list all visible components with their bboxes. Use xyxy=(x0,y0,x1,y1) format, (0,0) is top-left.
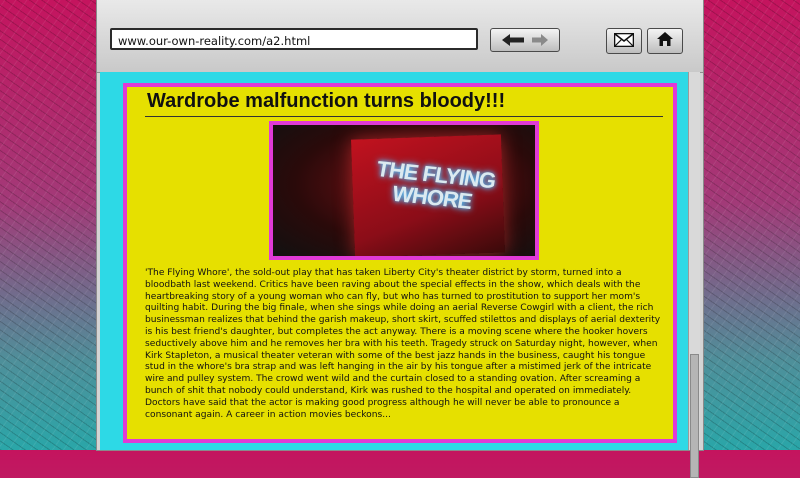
browser-window: www.our-own-reality.com/a2.html Wardrobe… xyxy=(97,0,703,478)
home-icon xyxy=(656,31,674,51)
headline-divider xyxy=(145,116,663,117)
article-photo: THE FLYING WHORE xyxy=(269,121,539,260)
article-headline: Wardrobe malfunction turns bloody!!! xyxy=(147,90,506,112)
back-arrow-icon[interactable] xyxy=(502,34,524,46)
page-viewport: Wardrobe malfunction turns bloody!!! THE… xyxy=(100,72,688,450)
address-bar[interactable]: www.our-own-reality.com/a2.html xyxy=(110,28,478,50)
back-forward-button[interactable] xyxy=(490,28,560,52)
scrollbar-thumb[interactable] xyxy=(690,354,699,478)
mail-button[interactable] xyxy=(606,28,642,54)
envelope-icon xyxy=(613,32,635,51)
vertical-scrollbar[interactable] xyxy=(688,72,700,478)
forward-arrow-icon[interactable] xyxy=(532,34,548,46)
right-background-pattern xyxy=(703,0,800,450)
article-card: Wardrobe malfunction turns bloody!!! THE… xyxy=(123,83,677,443)
home-button[interactable] xyxy=(647,28,683,54)
browser-toolbar: www.our-own-reality.com/a2.html xyxy=(97,0,703,73)
article-body: 'The Flying Whore', the sold-out play th… xyxy=(145,268,661,420)
left-background-pattern xyxy=(0,0,97,450)
